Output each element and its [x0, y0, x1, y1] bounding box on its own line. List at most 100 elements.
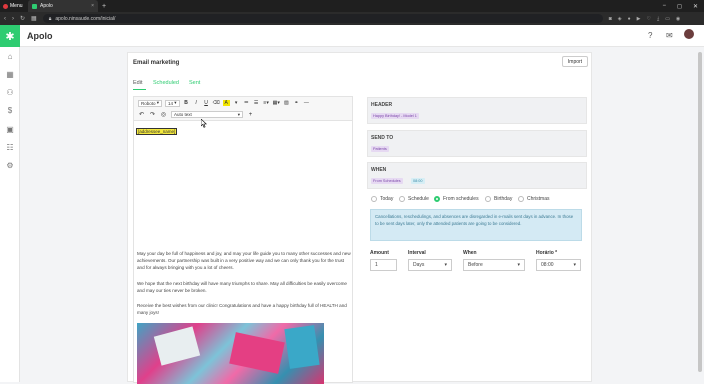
- speed-dial-icon[interactable]: ▦: [31, 15, 37, 22]
- tab-sent[interactable]: Sent: [189, 80, 200, 86]
- address-bar[interactable]: 🔒︎ apolo.ninsaude.com/inicial/: [42, 14, 603, 23]
- table-icon[interactable]: ▦▾: [273, 100, 280, 106]
- send-to-section[interactable]: SEND TO Patients: [367, 130, 587, 157]
- close-window-icon[interactable]: ✕: [693, 3, 698, 10]
- vpn-icon[interactable]: ●: [628, 16, 631, 22]
- tab-close-icon[interactable]: ×: [91, 3, 94, 9]
- tab-title: Apolo: [40, 3, 53, 9]
- finance-icon[interactable]: $: [5, 105, 15, 115]
- autotext-value: Auto text: [174, 112, 192, 117]
- add-autotext-button[interactable]: +: [247, 112, 254, 118]
- underline-button[interactable]: U: [203, 100, 210, 106]
- time-select[interactable]: 08:00 ▾: [536, 259, 581, 271]
- italic-button[interactable]: I: [193, 100, 200, 106]
- browser-menu-button[interactable]: Menu: [0, 0, 28, 12]
- radio-christmas[interactable]: Christmas: [518, 196, 550, 202]
- marketing-icon[interactable]: ▣: [5, 124, 15, 134]
- download-icon[interactable]: ⤓: [657, 16, 659, 22]
- amount-input[interactable]: 1: [370, 259, 397, 271]
- gift-boxes-image[interactable]: [137, 323, 324, 384]
- autotext-select[interactable]: Auto text ▾: [171, 111, 243, 118]
- align-icon[interactable]: ≡▾: [263, 100, 270, 106]
- import-button[interactable]: Import: [562, 56, 588, 67]
- horizontal-rule-icon[interactable]: —: [303, 100, 310, 106]
- link-icon[interactable]: ⚭: [293, 100, 300, 106]
- home-icon[interactable]: ⌂: [5, 51, 15, 61]
- app-logo[interactable]: ✱: [0, 25, 20, 47]
- radio-label: Christmas: [527, 196, 550, 202]
- unordered-list-icon[interactable]: ☰: [253, 100, 260, 106]
- reload-icon[interactable]: ↻: [20, 15, 25, 22]
- play-icon[interactable]: ▶: [637, 16, 641, 22]
- radio-label: From schedules: [443, 196, 479, 202]
- gift-box-shape: [229, 332, 285, 374]
- lock-icon: 🔒︎: [48, 15, 52, 22]
- mouse-cursor-icon: [201, 119, 207, 128]
- header-section[interactable]: HEADER Happy Birthday! - Model 1: [367, 97, 587, 124]
- radio-today[interactable]: Today: [371, 196, 393, 202]
- redo-icon[interactable]: ↷: [149, 111, 156, 118]
- highlight-color-icon[interactable]: A: [222, 100, 230, 106]
- radio-circle: [399, 196, 405, 202]
- new-tab-button[interactable]: +: [98, 3, 106, 10]
- profile-icon[interactable]: ◉: [676, 16, 680, 22]
- maximize-icon[interactable]: ◻: [677, 3, 682, 10]
- chevron-down-icon: ▾: [237, 111, 240, 117]
- amount-value: 1: [375, 262, 378, 268]
- browser-extension-icons: ◙ ◈ ● ▶ ♡ ⤓ ▭ ◉: [609, 16, 681, 22]
- tab-edit[interactable]: Edit: [133, 80, 142, 86]
- scrollbar-thumb[interactable]: [698, 52, 702, 372]
- email-editor[interactable]: Roboto ▾ 14 ▾ B I U ⌫ A ▾ ≔ ☰ ≡▾ ▦▾ ▨ ⚭ …: [133, 96, 353, 384]
- back-icon[interactable]: ‹: [4, 16, 6, 22]
- patients-icon[interactable]: ⚇: [5, 87, 15, 97]
- font-size-select[interactable]: 14 ▾: [165, 99, 180, 107]
- font-select[interactable]: Roboto ▾: [138, 99, 163, 107]
- calendar-icon[interactable]: ▦: [5, 69, 15, 79]
- interval-select[interactable]: Days ▾: [408, 259, 452, 271]
- reports-icon[interactable]: ☷: [5, 142, 15, 152]
- bold-button[interactable]: B: [183, 100, 190, 106]
- radio-circle: [518, 196, 524, 202]
- when-section[interactable]: WHEN From Schedules 08:00: [367, 162, 587, 189]
- email-marketing-card: Email marketing Import Edit Scheduled Se…: [127, 52, 592, 384]
- header-section-title: HEADER: [371, 102, 393, 108]
- amount-label: Amount: [370, 250, 389, 256]
- email-paragraph: Receive the best wishes from our clinic!…: [137, 303, 347, 315]
- window-controls: − ◻ ✕: [662, 3, 704, 10]
- addressee-placeholder-tag[interactable]: [addressee_name]: [135, 128, 178, 135]
- radio-circle-selected: [434, 196, 440, 202]
- browser-tab[interactable]: Apolo ×: [28, 0, 98, 12]
- font-value: Roboto: [141, 100, 156, 106]
- tab-scheduled[interactable]: Scheduled: [153, 80, 179, 86]
- chat-icon[interactable]: ✉: [666, 31, 673, 40]
- browser-menu-label: Menu: [10, 3, 23, 9]
- font-size-value: 14: [168, 100, 174, 106]
- radio-birthday[interactable]: Birthday: [485, 196, 512, 202]
- when-select[interactable]: Before ▾: [463, 259, 525, 271]
- code-view-icon[interactable]: ◎: [160, 111, 167, 118]
- eraser-icon[interactable]: ⌫: [213, 100, 220, 106]
- settings-icon[interactable]: ⚙: [5, 160, 15, 170]
- undo-icon[interactable]: ↶: [138, 111, 145, 118]
- app-title: Apolo: [27, 31, 53, 41]
- camera-icon[interactable]: ◙: [609, 16, 612, 22]
- logo-icon: ✱: [5, 30, 15, 43]
- image-icon[interactable]: ▨: [283, 100, 290, 106]
- page-title: Email marketing: [133, 60, 180, 66]
- email-paragraph: We hope that the next birthday will have…: [137, 281, 347, 293]
- radio-label: Birthday: [494, 196, 513, 202]
- opera-logo-icon: [3, 3, 8, 9]
- battery-icon[interactable]: ▭: [665, 16, 670, 22]
- minimize-icon[interactable]: −: [662, 3, 666, 10]
- user-avatar[interactable]: [684, 29, 694, 39]
- ordered-list-icon[interactable]: ≔: [243, 100, 250, 106]
- extension-icon[interactable]: ◈: [618, 16, 622, 22]
- editor-toolbar-actions: ↶ ↷ ◎ Auto text ▾ +: [134, 109, 352, 121]
- chevron-down-icon[interactable]: ▾: [233, 100, 240, 106]
- help-icon[interactable]: ?: [648, 31, 652, 40]
- radio-schedule[interactable]: Schedule: [399, 196, 429, 202]
- radio-from-schedules[interactable]: From schedules: [434, 196, 479, 202]
- heart-icon[interactable]: ♡: [646, 16, 650, 22]
- send-to-tag: Patients: [371, 146, 389, 152]
- forward-icon[interactable]: ›: [12, 16, 14, 22]
